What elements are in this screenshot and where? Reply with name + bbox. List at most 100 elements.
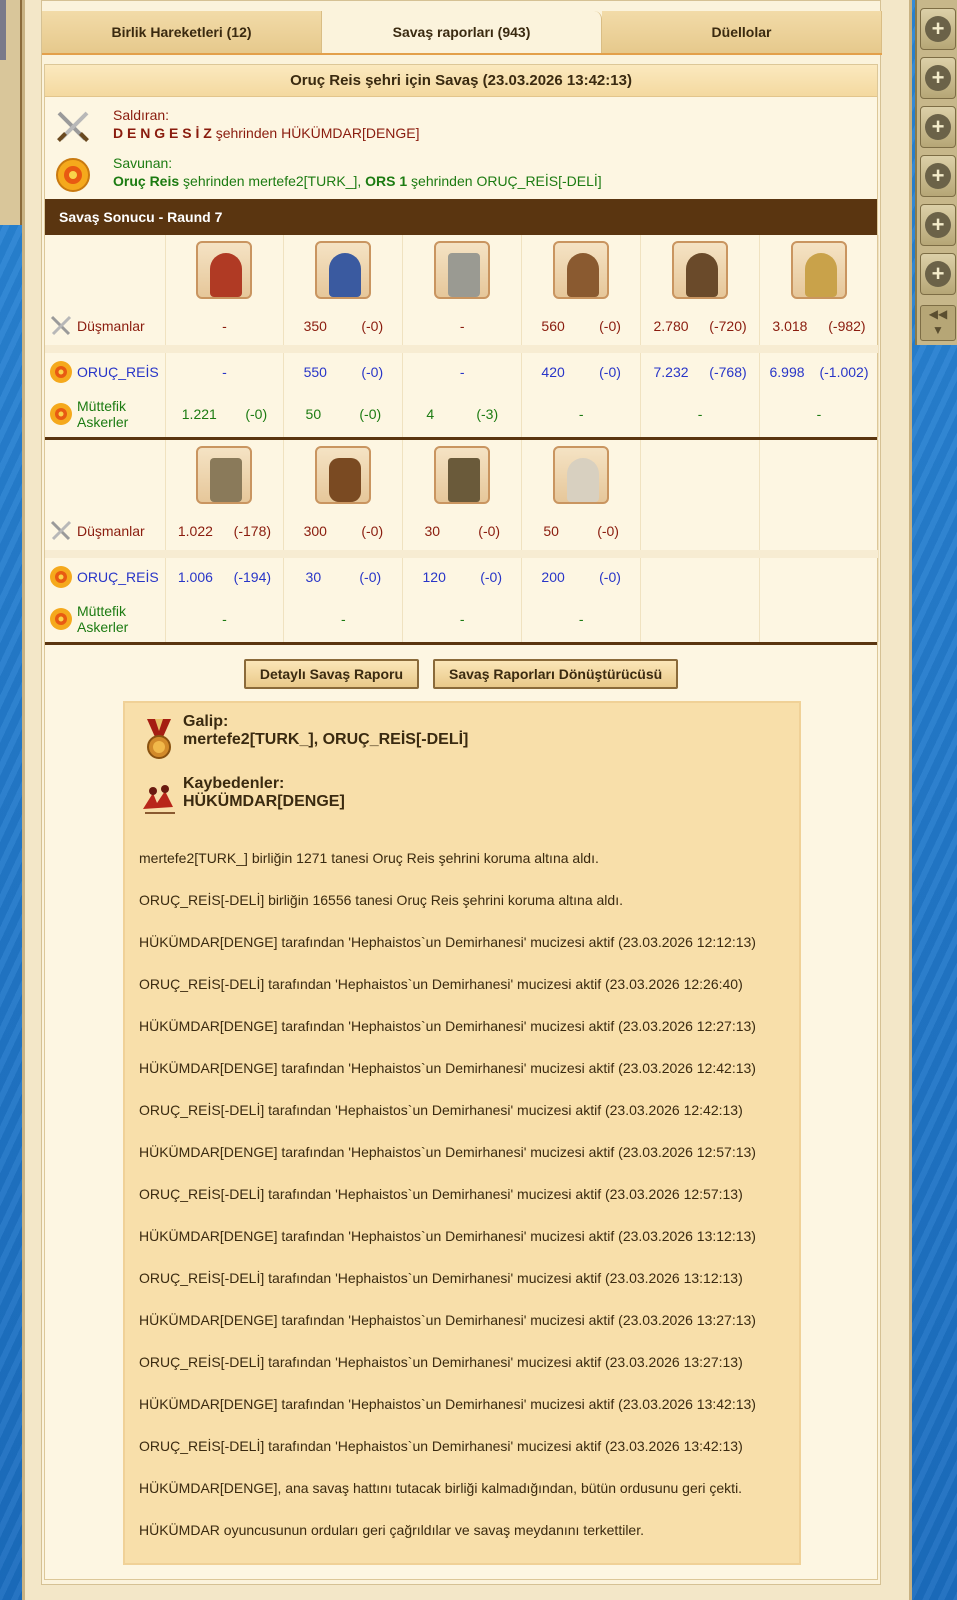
unit-count: -: [697, 406, 703, 422]
plus-icon: +: [925, 163, 951, 189]
report-converter-button[interactable]: Savaş Raporları Dönüştürücüsü: [433, 659, 679, 689]
crossed-swords-icon: [57, 111, 89, 142]
collapse-toolbar-button[interactable]: ◀◀ ▼: [920, 305, 956, 341]
table1-row-allies: Müttefik Askerler 1.221 (-0) 50 (-0) 4 (-3)…: [45, 391, 879, 437]
defender-city2-link[interactable]: ORS 1: [365, 173, 407, 189]
log-line: HÜKÜMDAR[DENGE] tarafından 'Hephaistos`u…: [139, 934, 756, 950]
defender-shield-icon: [50, 361, 72, 383]
unit-count: -: [578, 406, 584, 422]
plus-icon: +: [925, 65, 951, 91]
round-bar: Savaş Sonucu - Raund 7: [45, 199, 877, 235]
unit-count: 1.221: [181, 406, 217, 422]
unit-loss: (-1.002): [819, 364, 869, 380]
detailed-report-button[interactable]: Detaylı Savaş Raporu: [243, 659, 419, 689]
log-line: ORUÇ_REİS[-DELİ] tarafından 'Hephaistos`…: [139, 1438, 743, 1454]
unit-count: 50: [305, 406, 322, 422]
attacker-city-link[interactable]: D E N G E S İ Z: [113, 125, 212, 141]
defender-label: Savunan:: [113, 155, 173, 171]
defender-shield-icon: [50, 566, 72, 588]
log-line: HÜKÜMDAR[DENGE] tarafından 'Hephaistos`u…: [139, 1228, 756, 1244]
row-separator: [45, 345, 879, 353]
unit-count: -: [459, 611, 465, 627]
log-line: ORUÇ_REİS[-DELİ] birliğin 16556 tanesi O…: [139, 892, 623, 908]
unit-count: 30: [305, 569, 322, 585]
unit-loss: (-0): [597, 523, 619, 539]
defender-city1-link[interactable]: Oruç Reis: [113, 173, 179, 189]
side-tool-button[interactable]: +: [920, 8, 956, 50]
row-label-enemies: Düşmanlar: [77, 523, 145, 539]
double-chevron-left-icon: ◀◀: [928, 307, 948, 321]
log-line: HÜKÜMDAR[DENGE] tarafından 'Hephaistos`u…: [139, 1060, 756, 1076]
attacker-label: Saldıran:: [113, 107, 170, 123]
unit-count: 3.018: [772, 318, 808, 334]
side-tool-button[interactable]: +: [920, 155, 956, 197]
unit-count: 550: [303, 364, 327, 380]
unit-count: 1.006: [177, 569, 213, 585]
log-line: HÜKÜMDAR[DENGE] tarafından 'Hephaistos`u…: [139, 1396, 756, 1412]
chevron-down-icon: ▼: [932, 323, 944, 337]
side-tool-button[interactable]: +: [920, 204, 956, 246]
unit-count: 120: [422, 569, 446, 585]
tab-unit-movements[interactable]: Birlik Hareketleri (12): [42, 11, 322, 53]
unit-count: 6.998: [769, 364, 805, 380]
side-tool-button[interactable]: +: [920, 253, 956, 295]
report-window-inner: Birlik Hareketleri (12) Savaş raporları …: [41, 0, 882, 1585]
report-actions: Detaylı Savaş Raporu Savaş Raporları Dön…: [45, 659, 877, 689]
unit-catapult-icon[interactable]: [196, 445, 253, 504]
winner-label: Galip:: [183, 713, 229, 730]
unit-count: 2.780: [653, 318, 689, 334]
left-panel-edge: [0, 0, 22, 225]
fallen-soldiers-icon: [143, 785, 175, 814]
unit-image-row: [45, 235, 879, 307]
table2-row-enemies: Düşmanlar 1.022 (-178) 300 (-0) 30 (-0) 50 (…: [45, 512, 879, 550]
unit-count: -: [222, 318, 227, 334]
report-title: Oruç Reis şehri için Savaş (23.03.2026 1…: [45, 65, 877, 97]
defender-block: Savunan: Oruç Reis şehrinden mertefe2[TU…: [45, 149, 877, 197]
unit-hoplite-icon[interactable]: [553, 240, 610, 299]
unit-horseman-icon[interactable]: [791, 240, 848, 299]
unit-slinger-icon[interactable]: [315, 240, 372, 299]
log-line: HÜKÜMDAR[DENGE] tarafından 'Hephaistos`u…: [139, 1312, 756, 1328]
side-tool-button[interactable]: +: [920, 57, 956, 99]
battle-log: mertefe2[TURK_] birliğin 1271 tanesi Oru…: [139, 837, 785, 1551]
unit-image-row: [45, 440, 879, 512]
unit-count: 200: [541, 569, 565, 585]
table2-row-allies: Müttefik Askerler - - - -: [45, 596, 879, 642]
unit-chariot-icon[interactable]: [315, 445, 372, 504]
log-line: HÜKÜMDAR[DENGE] tarafından 'Hephaistos`u…: [139, 1144, 756, 1160]
crossed-swords-icon: [50, 520, 72, 541]
unit-loss: (-0): [359, 406, 382, 422]
tab-battle-reports[interactable]: Savaş raporları (943): [322, 11, 602, 53]
winner-block: Galip: mertefe2[TURK_], ORUÇ_REİS[-DELİ]: [139, 713, 785, 763]
row-label-allies: Müttefik Askerler: [77, 398, 129, 430]
defender-player1-link[interactable]: mertefe2[TURK_],: [248, 173, 361, 189]
unit-count: 1.022: [177, 523, 213, 539]
loser-label: Kaybedenler:: [183, 775, 285, 792]
defender-shield-icon: [50, 608, 72, 630]
unit-loss: (-3): [476, 406, 499, 422]
log-line: HÜKÜMDAR[DENGE] tarafından 'Hephaistos`u…: [139, 1018, 756, 1034]
log-line: ORUÇ_REİS[-DELİ] tarafından 'Hephaistos`…: [139, 1102, 743, 1118]
unit-count: 50: [543, 523, 559, 539]
unit-loss: (-768): [709, 364, 747, 380]
loser-block: Kaybedenler: HÜKÜMDAR[DENGE]: [139, 775, 785, 825]
empty-cell: [45, 440, 166, 512]
unit-table-2: Düşmanlar 1.022 (-178) 300 (-0) 30 (-0) 50 (…: [45, 440, 879, 642]
row-label-own: ORUÇ_REİS: [77, 569, 159, 585]
unit-count: 4: [426, 406, 435, 422]
unit-archer-icon[interactable]: [672, 240, 729, 299]
side-tool-button[interactable]: +: [920, 106, 956, 148]
unit-siege-tower-icon[interactable]: [434, 445, 491, 504]
unit-swordsman-icon[interactable]: [196, 240, 253, 299]
attacker-player-link[interactable]: HÜKÜMDAR[DENGE]: [281, 125, 419, 141]
unit-table-1: Düşmanlar - 350 (-0) - 560 (-0) 2.780 (-720…: [45, 235, 879, 437]
unit-loss: (-194): [233, 569, 272, 585]
attacker-from-text: şehrinden: [215, 125, 278, 141]
defender-player2-link[interactable]: ORUÇ_REİS[-DELİ]: [476, 173, 601, 189]
unit-count: 30: [424, 523, 441, 539]
tab-duels[interactable]: Düellolar: [602, 11, 882, 53]
unit-city-wall-icon[interactable]: [434, 240, 491, 299]
plus-icon: +: [925, 212, 951, 238]
unit-count: -: [578, 611, 584, 627]
unit-envoy-icon[interactable]: [553, 445, 610, 504]
